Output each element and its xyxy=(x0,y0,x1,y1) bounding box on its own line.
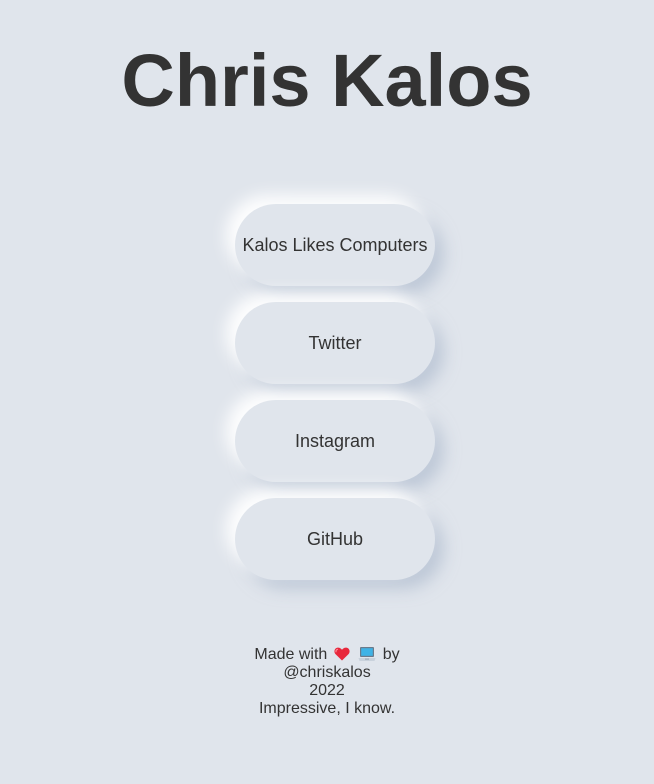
footer-tagline: Impressive, I know. xyxy=(258,700,396,717)
heart-icon xyxy=(334,647,350,661)
link-list: Kalos Likes Computers Twitter Instagram … xyxy=(235,204,435,596)
twitter-button[interactable]: Twitter xyxy=(235,302,435,384)
page: Chris Kalos Kalos Likes Computers Twitte… xyxy=(0,0,654,784)
kalos-likes-computers-button[interactable]: Kalos Likes Computers xyxy=(235,204,435,286)
made-with-text: Made with xyxy=(254,646,328,663)
footer: Made with by @chriskalos 2022 Impressive… xyxy=(0,646,654,718)
by-text: by xyxy=(382,646,400,663)
footer-year: 2022 xyxy=(309,682,345,699)
laptop-icon-svg xyxy=(358,647,376,661)
github-button[interactable]: GitHub xyxy=(235,498,435,580)
page-title: Chris Kalos xyxy=(121,39,533,122)
heart-icon-svg xyxy=(334,647,350,661)
footer-made-with-line: Made with by xyxy=(0,646,654,664)
footer-handle: @chriskalos xyxy=(283,664,371,681)
laptop-icon xyxy=(358,646,376,662)
instagram-button[interactable]: Instagram xyxy=(235,400,435,482)
